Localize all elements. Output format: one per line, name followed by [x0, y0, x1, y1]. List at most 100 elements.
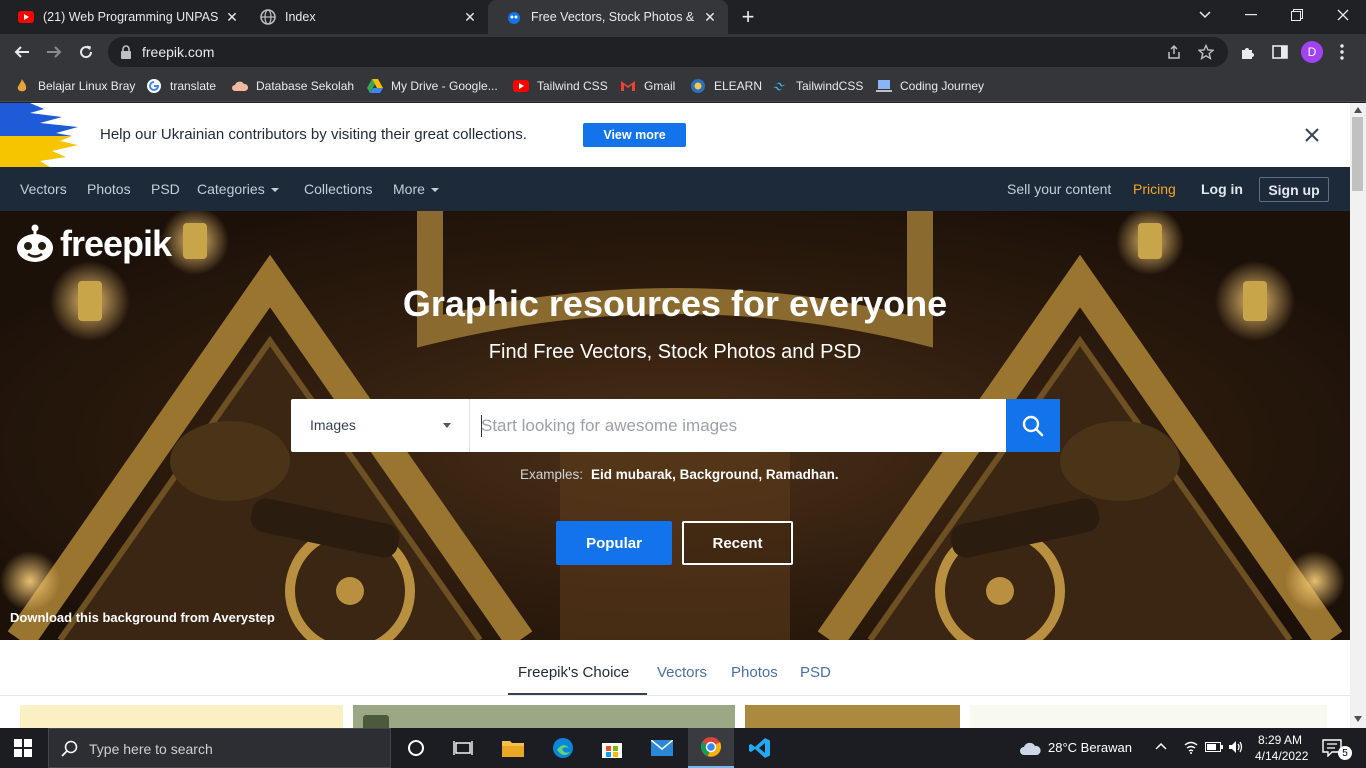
- folder-icon: [502, 741, 524, 757]
- search-button[interactable]: [1006, 399, 1060, 452]
- scroll-down-icon[interactable]: [1354, 716, 1362, 722]
- cortana-button[interactable]: [393, 728, 439, 768]
- close-tab-icon[interactable]: ✕: [462, 9, 478, 26]
- mail-button[interactable]: [639, 728, 685, 768]
- bookmark-database-sekolah[interactable]: Database Sekolah: [232, 76, 354, 96]
- kebab-menu-icon[interactable]: [1340, 44, 1344, 60]
- thumbnail-card[interactable]: [20, 705, 343, 728]
- volume-icon[interactable]: [1228, 740, 1244, 754]
- nav-sell-content[interactable]: Sell your content: [1007, 181, 1111, 197]
- active-tab-indicator: [508, 693, 647, 695]
- notification-center-button[interactable]: 5: [1312, 728, 1352, 768]
- close-banner-icon[interactable]: [1300, 123, 1324, 147]
- laptop-icon: [876, 78, 892, 94]
- close-tab-icon[interactable]: ✕: [702, 9, 718, 26]
- profile-avatar[interactable]: D: [1301, 41, 1323, 63]
- tab-search-icon[interactable]: [1182, 0, 1228, 30]
- url-text: freepik.com: [142, 44, 215, 60]
- close-tab-icon[interactable]: ✕: [224, 9, 240, 26]
- file-explorer-button[interactable]: [490, 728, 536, 768]
- freepik-logo-text: freepik: [60, 223, 172, 264]
- nav-vectors[interactable]: Vectors: [20, 181, 67, 197]
- examples-separator: ,: [672, 467, 680, 482]
- ukraine-banner: Help our Ukrainian contributors by visit…: [0, 103, 1350, 167]
- vscode-button[interactable]: [737, 728, 783, 768]
- example-eid-mubarak[interactable]: Eid mubarak: [591, 467, 672, 482]
- windows-taskbar: Type here to search 28°C Berawan 8:29 AM…: [0, 728, 1366, 768]
- nav-categories-label: Categories: [197, 181, 265, 197]
- tab-photos[interactable]: Photos: [731, 664, 778, 681]
- background-credit-link[interactable]: Download this background from Averystep: [10, 610, 275, 625]
- site-navigation: Vectors Photos PSD Categories Collection…: [0, 167, 1350, 211]
- page-scrollbar[interactable]: [1350, 103, 1366, 728]
- example-ramadhan[interactable]: Ramadhan: [766, 467, 835, 482]
- reload-button[interactable]: [72, 38, 100, 66]
- bookmark-tailwindcss[interactable]: TailwindCSS: [772, 76, 863, 96]
- minimize-button[interactable]: [1228, 0, 1274, 30]
- clock-time: 8:29 AM: [1257, 733, 1303, 747]
- taskbar-search-box[interactable]: Type here to search: [48, 728, 391, 768]
- nav-more[interactable]: More: [393, 181, 439, 197]
- bookmark-my-drive[interactable]: My Drive - Google...: [367, 76, 498, 96]
- close-window-button[interactable]: [1320, 0, 1366, 30]
- tab-title: (21) Web Programming UNPAS -: [43, 10, 218, 24]
- bookmark-tailwind-css[interactable]: Tailwind CSS: [513, 76, 608, 96]
- restore-button[interactable]: [1274, 0, 1320, 30]
- nav-login[interactable]: Log in: [1201, 181, 1243, 197]
- nav-psd[interactable]: PSD: [151, 181, 180, 197]
- wifi-icon[interactable]: [1183, 740, 1199, 754]
- popular-button[interactable]: Popular: [556, 521, 672, 565]
- microsoft-store-button[interactable]: [589, 728, 635, 768]
- extensions-icon[interactable]: [1240, 44, 1256, 60]
- address-bar[interactable]: freepik.com: [108, 37, 1228, 67]
- browser-tab-freepik[interactable]: Free Vectors, Stock Photos & PSD ✕: [488, 0, 728, 34]
- globe-icon: [260, 9, 276, 25]
- weather-widget[interactable]: 28°C Berawan: [1020, 740, 1132, 756]
- signup-button[interactable]: Sign up: [1259, 177, 1329, 202]
- thumbnail-card[interactable]: [970, 705, 1327, 728]
- browser-tab-index[interactable]: Index ✕: [242, 0, 488, 34]
- bookmark-translate[interactable]: translate: [146, 76, 216, 96]
- store-bag-icon: [602, 743, 622, 758]
- tab-psd[interactable]: PSD: [800, 664, 831, 681]
- lock-icon[interactable]: [120, 45, 132, 59]
- bookmark-coding-journey[interactable]: Coding Journey: [876, 76, 984, 96]
- taskbar-clock[interactable]: 8:29 AM 4/14/2022: [1255, 732, 1308, 764]
- recent-button[interactable]: Recent: [682, 521, 793, 565]
- chrome-button[interactable]: [688, 728, 734, 768]
- bookmark-elearn[interactable]: ELEARN: [690, 76, 762, 96]
- chevron-down-icon: [270, 188, 279, 193]
- bookmark-gmail[interactable]: Gmail: [620, 76, 675, 96]
- forward-button[interactable]: [40, 38, 68, 66]
- thumbnail-card[interactable]: [745, 705, 960, 728]
- tab-vectors[interactable]: Vectors: [657, 664, 707, 681]
- new-tab-button[interactable]: +: [736, 6, 760, 28]
- bookmark-star-icon[interactable]: [1198, 44, 1214, 60]
- freepik-logo[interactable]: freepik: [14, 223, 172, 265]
- start-button[interactable]: [0, 728, 46, 768]
- nav-photos[interactable]: Photos: [87, 181, 131, 197]
- ukraine-flag-brush-icon: [0, 103, 78, 167]
- scrollbar-thumb[interactable]: [1352, 117, 1363, 191]
- thumbnail-card[interactable]: [353, 705, 735, 728]
- back-button[interactable]: [8, 38, 36, 66]
- scroll-up-icon[interactable]: [1354, 107, 1362, 113]
- battery-icon[interactable]: [1205, 742, 1223, 752]
- nav-categories[interactable]: Categories: [197, 181, 279, 197]
- tab-freepiks-choice[interactable]: Freepik's Choice: [518, 664, 629, 681]
- view-more-button[interactable]: View more: [583, 123, 686, 147]
- share-icon[interactable]: [1166, 44, 1182, 60]
- reading-list-icon[interactable]: [1272, 44, 1288, 60]
- chevron-up-icon[interactable]: [1155, 742, 1167, 750]
- search-type-dropdown[interactable]: Images: [291, 399, 470, 452]
- edge-button[interactable]: [540, 728, 586, 768]
- example-background[interactable]: Background: [680, 467, 759, 482]
- nav-pricing[interactable]: Pricing: [1133, 181, 1176, 197]
- browser-tab-youtube[interactable]: (21) Web Programming UNPAS - ✕: [0, 0, 250, 34]
- task-view-button[interactable]: [440, 728, 486, 768]
- chrome-icon: [700, 737, 722, 757]
- bookmark-belajar-linux[interactable]: Belajar Linux Bray: [14, 76, 135, 96]
- search-input[interactable]: [471, 399, 1006, 452]
- nav-collections[interactable]: Collections: [304, 181, 372, 197]
- tab-title: Free Vectors, Stock Photos & PSD: [531, 10, 696, 24]
